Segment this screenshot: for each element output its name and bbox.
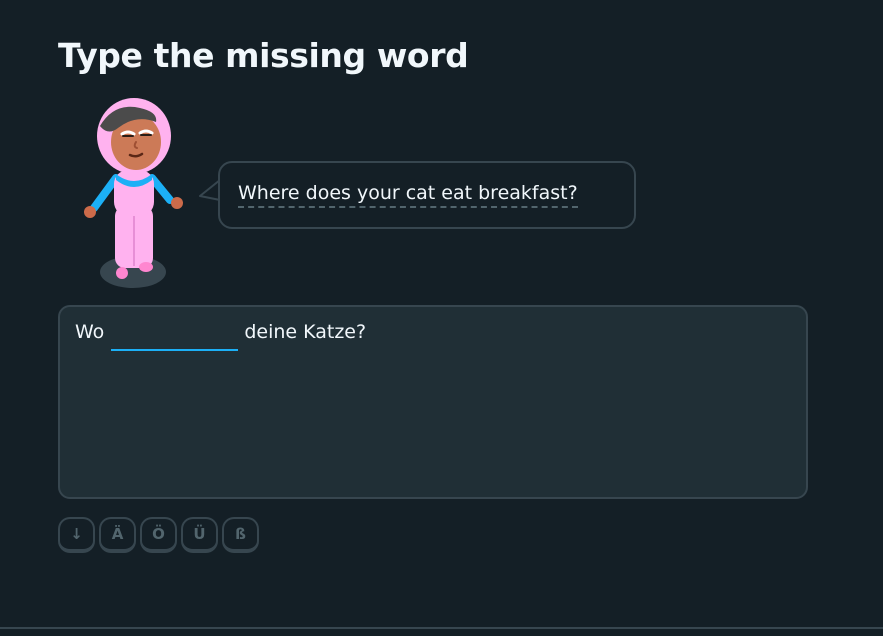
character-illustration — [84, 98, 183, 288]
collapse-keyboard-button[interactable]: ↓ — [58, 517, 95, 553]
speech-bubble: Where does your cat eat breakfast? — [218, 161, 636, 229]
special-characters-keyboard: ↓ Ä Ö Ü ß — [58, 517, 259, 553]
sentence-after: deine Katze? — [244, 321, 367, 343]
sentence: Wo deine Katze? — [75, 321, 366, 351]
answer-panel: Wo deine Katze? — [58, 305, 808, 499]
key-o-umlaut[interactable]: Ö — [140, 517, 177, 553]
key-u-umlaut[interactable]: Ü — [181, 517, 218, 553]
missing-word-input[interactable] — [111, 321, 239, 351]
key-eszett[interactable]: ß — [222, 517, 259, 553]
footer-divider — [0, 627, 883, 629]
key-a-umlaut[interactable]: Ä — [99, 517, 136, 553]
sentence-before: Wo — [75, 321, 105, 343]
prompt-text[interactable]: Where does your cat eat breakfast? — [238, 182, 578, 208]
page-title: Type the missing word — [58, 36, 469, 75]
